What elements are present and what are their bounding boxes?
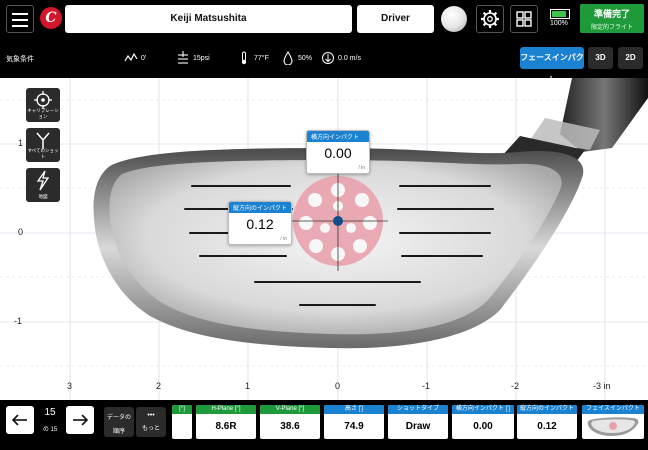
vertical-impact-unit: / in bbox=[280, 236, 287, 242]
wind-value: 0.0 m/s bbox=[338, 54, 361, 62]
y-tick-1: 1 bbox=[18, 138, 24, 148]
pressure-readout: 15psi bbox=[176, 50, 210, 66]
metric-card-h-plane[interactable]: H-Plane [°] 8.6R bbox=[196, 405, 256, 439]
metric-card-vertical-impact[interactable]: 縦方向のインパクト ['] 0.12 bbox=[517, 405, 577, 439]
battery-level: 100% bbox=[550, 20, 568, 27]
metric-value: 74.9 bbox=[344, 421, 364, 432]
x-tick-3: 3 bbox=[67, 381, 73, 391]
club-selector[interactable]: Driver bbox=[357, 5, 434, 33]
status-badge: 準備完了 限定的フライト bbox=[580, 4, 644, 33]
face-impact-canvas bbox=[0, 78, 648, 400]
y-tick-0: 0 bbox=[18, 227, 24, 237]
wind-icon bbox=[322, 52, 334, 64]
metric-label: フェイスインパクト bbox=[582, 405, 644, 414]
metric-value: 38.6 bbox=[280, 421, 300, 432]
face-impact-thumbnail-icon bbox=[587, 417, 639, 436]
x-tick-minus2: -2 bbox=[511, 381, 520, 391]
horizontal-impact-unit: / in bbox=[358, 165, 365, 171]
metric-card-height[interactable]: 高さ ['] 74.9 bbox=[324, 405, 384, 439]
calibration-button[interactable]: キャリブレーション bbox=[26, 88, 60, 122]
more-dots-icon: ••• bbox=[147, 412, 155, 419]
humidity-value: 50% bbox=[298, 54, 313, 62]
metric-label: H-Plane [°] bbox=[196, 405, 256, 414]
menu-icon[interactable] bbox=[6, 5, 34, 33]
map-label: 地図 bbox=[38, 194, 48, 199]
settings-gear-icon[interactable] bbox=[476, 5, 504, 33]
metric-card-face-impact[interactable]: フェイスインパクト bbox=[582, 405, 644, 439]
impact-point bbox=[333, 216, 343, 226]
player-name-field[interactable]: Keiji Matsushita bbox=[65, 5, 352, 33]
top-bar: C Keiji Matsushita Driver 100% 準備完了 限定的フ… bbox=[0, 0, 648, 38]
data-order-line2: 順序 bbox=[112, 429, 125, 435]
tab-2d[interactable]: 2D bbox=[618, 47, 643, 69]
humidity-readout: 50% bbox=[281, 50, 312, 66]
metric-label: 高さ ['] bbox=[324, 405, 384, 414]
elevation-value: 0' bbox=[141, 54, 147, 62]
status-title: 準備完了 bbox=[593, 9, 630, 19]
grid-view-icon[interactable] bbox=[510, 5, 538, 33]
conditions-label: 気象条件 bbox=[6, 56, 34, 63]
metric-card-truncated[interactable]: [°] bbox=[172, 405, 192, 439]
elevation-readout: 0' bbox=[124, 50, 146, 66]
vertical-impact-title: 縦方向のインパクト bbox=[229, 202, 291, 213]
x-tick-minus3: -3 in bbox=[593, 381, 611, 391]
horizontal-impact-title: 横方向インパクト bbox=[307, 131, 369, 142]
shot-total: の 15 bbox=[42, 427, 58, 433]
arrow-left-icon bbox=[11, 414, 27, 426]
all-shots-label: すべてのショット bbox=[27, 148, 59, 159]
shot-current: 15 bbox=[44, 407, 56, 418]
vertical-impact-value: 0.12 bbox=[246, 216, 274, 232]
x-tick-1: 1 bbox=[245, 381, 251, 391]
all-shots-button[interactable]: すべてのショット bbox=[26, 128, 60, 162]
data-order-line1: データの bbox=[106, 415, 131, 421]
calibration-label: キャリブレーション bbox=[27, 108, 59, 119]
x-tick-0: 0 bbox=[335, 381, 341, 391]
ball-icon[interactable] bbox=[441, 6, 467, 32]
tab-3d[interactable]: 3D bbox=[588, 47, 613, 69]
y-tick-minus1: -1 bbox=[14, 316, 23, 326]
map-button[interactable]: 地図 bbox=[26, 168, 60, 202]
next-shot-button[interactable] bbox=[66, 406, 94, 434]
pressure-value: 15psi bbox=[193, 54, 210, 62]
metric-label: 縦方向のインパクト ['] bbox=[517, 405, 577, 421]
more-button[interactable]: ••• もっと bbox=[136, 407, 166, 437]
metric-value: 8.6R bbox=[215, 421, 237, 432]
thermometer-icon bbox=[241, 51, 247, 65]
face-impact-view: 1 0 -1 3 2 1 0 -1 -2 -3 in キャリブレーション すべて… bbox=[0, 78, 648, 400]
wind-readout: 0.0 m/s bbox=[321, 50, 361, 66]
lightning-icon bbox=[36, 170, 50, 191]
metric-card-horizontal-impact[interactable]: 横方向インパクト ['] 0.00 bbox=[452, 405, 514, 439]
temperature-readout: 77°F bbox=[237, 50, 269, 66]
pressure-icon bbox=[178, 51, 188, 64]
horizontal-impact-callout: 横方向インパクト 0.00 / in bbox=[306, 130, 370, 174]
metric-label: V-Plane [°] bbox=[260, 405, 320, 414]
status-subtitle: 限定的フライト bbox=[590, 25, 633, 31]
humidity-drop-icon bbox=[283, 51, 293, 65]
metric-label: ショットタイプ bbox=[388, 405, 448, 414]
metric-value: Draw bbox=[405, 421, 431, 432]
temperature-value: 77°F bbox=[254, 54, 269, 62]
battery-icon bbox=[550, 9, 570, 19]
metric-label: [°] bbox=[172, 405, 192, 414]
tab-face-impact[interactable]: フェースインパクト bbox=[520, 47, 584, 84]
metric-card-shot-type[interactable]: ショットタイプ Draw bbox=[388, 405, 448, 439]
x-tick-minus1: -1 bbox=[422, 381, 431, 391]
metric-value: 0.12 bbox=[537, 421, 557, 432]
metric-value: 0.00 bbox=[473, 421, 493, 432]
metric-card-v-plane[interactable]: V-Plane [°] 38.6 bbox=[260, 405, 320, 439]
shot-counter: 15 の 15 bbox=[39, 407, 61, 433]
metric-label: 横方向インパクト ['] bbox=[452, 405, 514, 414]
elevation-icon bbox=[124, 52, 138, 62]
horizontal-impact-value: 0.00 bbox=[324, 145, 352, 161]
data-order-button[interactable]: データの 順序 bbox=[104, 407, 134, 437]
app-logo: C bbox=[40, 7, 62, 29]
x-tick-2: 2 bbox=[156, 381, 162, 391]
more-label: もっと bbox=[141, 426, 160, 432]
arrow-right-icon bbox=[73, 414, 89, 426]
vertical-impact-callout: 縦方向のインパクト 0.12 / in bbox=[228, 201, 292, 245]
prev-shot-button[interactable] bbox=[6, 406, 34, 434]
